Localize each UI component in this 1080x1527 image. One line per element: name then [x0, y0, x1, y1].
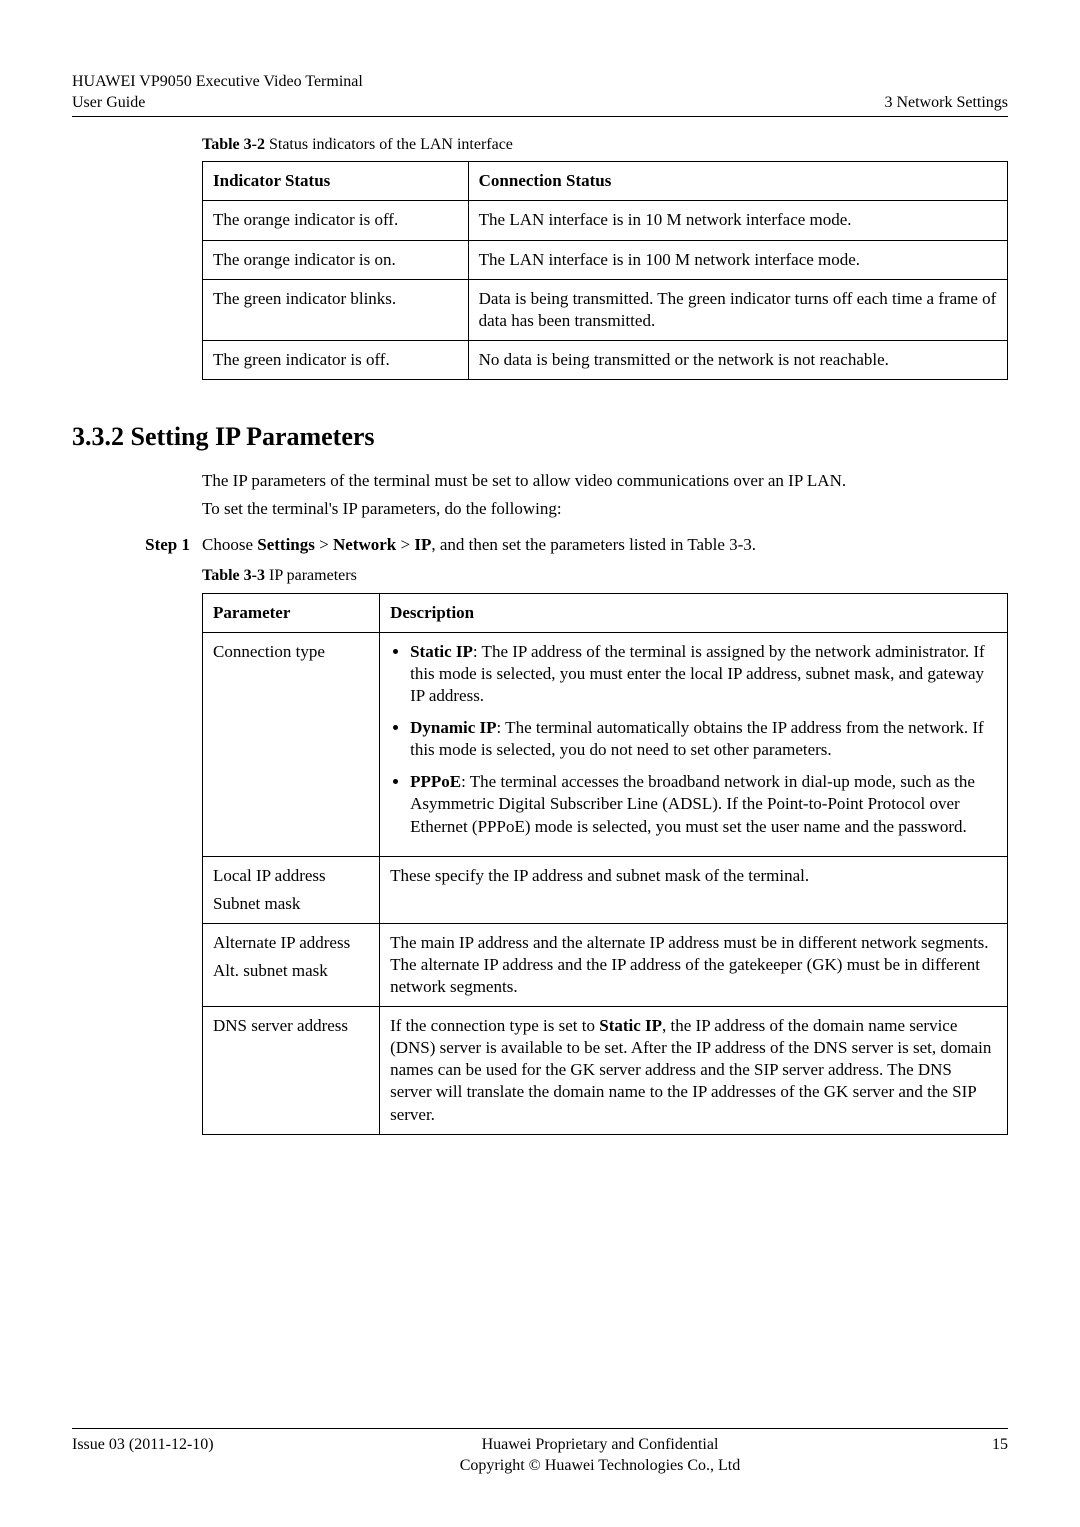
- connection-status-cell: The LAN interface is in 100 M network in…: [468, 240, 1007, 279]
- header-doc: User Guide: [72, 93, 363, 114]
- indicator-status-cell: The green indicator is off.: [203, 340, 469, 379]
- table-3-2: Indicator Status Connection Status The o…: [202, 161, 1008, 380]
- table-header-row: Parameter Description: [203, 593, 1008, 632]
- description-cell: The main IP address and the alternate IP…: [380, 923, 1008, 1006]
- description-cell: If the connection type is set to Static …: [380, 1007, 1008, 1134]
- header-product: HUAWEI VP9050 Executive Video Terminal: [72, 72, 363, 93]
- list-item: Dynamic IP: The terminal automatically o…: [410, 717, 997, 761]
- col-indicator-status: Indicator Status: [203, 162, 469, 201]
- indicator-status-cell: The orange indicator is off.: [203, 201, 469, 240]
- description-cell: These specify the IP address and subnet …: [380, 856, 1008, 923]
- footer-proprietary: Huawei Proprietary and Confidential: [232, 1435, 968, 1456]
- table-row: Alternate IP address Alt. subnet mask Th…: [203, 923, 1008, 1006]
- param-pppoe: PPPoE: [410, 772, 461, 791]
- nav-network: Network: [333, 535, 396, 554]
- page-footer: Issue 03 (2011-12-10) Huawei Proprietary…: [72, 1428, 1008, 1477]
- table-3-2-caption: Table 3-2 Status indicators of the LAN i…: [202, 135, 1008, 156]
- table-3-3: Parameter Description Connection type St…: [202, 593, 1008, 1135]
- table-3-2-title: Status indicators of the LAN interface: [265, 136, 513, 153]
- parameter-cell: Local IP address Subnet mask: [203, 856, 380, 923]
- step-text: Choose: [202, 535, 257, 554]
- table-row: The orange indicator is on. The LAN inte…: [203, 240, 1008, 279]
- table-3-3-caption: Table 3-3 IP parameters: [202, 566, 1008, 587]
- table-3-3-title: IP parameters: [265, 567, 357, 584]
- footer-copyright: Copyright © Huawei Technologies Co., Ltd: [232, 1456, 968, 1477]
- list-item: PPPoE: The terminal accesses the broadba…: [410, 771, 997, 837]
- section-paragraph: The IP parameters of the terminal must b…: [202, 470, 1008, 492]
- connection-status-cell: No data is being transmitted or the netw…: [468, 340, 1007, 379]
- nav-separator: >: [396, 535, 414, 554]
- nav-settings: Settings: [257, 535, 315, 554]
- section-paragraph: To set the terminal's IP parameters, do …: [202, 498, 1008, 520]
- param-text: : The terminal accesses the broadband ne…: [410, 772, 975, 835]
- step-1: Step 1 Choose Settings > Network > IP, a…: [72, 534, 1008, 556]
- header-chapter: 3 Network Settings: [884, 72, 1008, 114]
- parameter-cell: Alternate IP address Alt. subnet mask: [203, 923, 380, 1006]
- param-static-ip: Static IP: [410, 642, 473, 661]
- step-content: Choose Settings > Network > IP, and then…: [202, 534, 1008, 556]
- table-3-3-label: Table 3-3: [202, 567, 265, 584]
- param-text: : The IP address of the terminal is assi…: [410, 642, 985, 705]
- header-left: HUAWEI VP9050 Executive Video Terminal U…: [72, 72, 363, 114]
- table-header-row: Indicator Status Connection Status: [203, 162, 1008, 201]
- desc-text: If the connection type is set to: [390, 1016, 599, 1035]
- table-row: The green indicator blinks. Data is bein…: [203, 279, 1008, 340]
- page-header: HUAWEI VP9050 Executive Video Terminal U…: [72, 72, 1008, 117]
- parameter-cell: DNS server address: [203, 1007, 380, 1134]
- param-dynamic-ip: Dynamic IP: [410, 718, 496, 737]
- table-3-2-label: Table 3-2: [202, 136, 265, 153]
- table-row: DNS server address If the connection typ…: [203, 1007, 1008, 1134]
- param-name: Alternate IP address: [213, 932, 369, 954]
- table-row: Connection type Static IP: The IP addres…: [203, 632, 1008, 856]
- param-text: : The terminal automatically obtains the…: [410, 718, 984, 759]
- step-label: Step 1: [72, 534, 202, 556]
- param-name: Local IP address: [213, 865, 369, 887]
- header-chapter-text: 3 Network Settings: [884, 93, 1008, 114]
- col-description: Description: [380, 593, 1008, 632]
- footer-page-number: 15: [968, 1435, 1008, 1477]
- parameter-cell: Connection type: [203, 632, 380, 856]
- indicator-status-cell: The green indicator blinks.: [203, 279, 469, 340]
- nav-separator: >: [315, 535, 333, 554]
- nav-ip: IP: [414, 535, 431, 554]
- section-heading: 3.3.2 Setting IP Parameters: [72, 420, 1008, 454]
- param-name: Alt. subnet mask: [213, 960, 369, 982]
- connection-status-cell: Data is being transmitted. The green ind…: [468, 279, 1007, 340]
- col-connection-status: Connection Status: [468, 162, 1007, 201]
- indicator-status-cell: The orange indicator is on.: [203, 240, 469, 279]
- connection-status-cell: The LAN interface is in 10 M network int…: [468, 201, 1007, 240]
- desc-static-ip: Static IP: [599, 1016, 662, 1035]
- param-name: Subnet mask: [213, 893, 369, 915]
- footer-center: Huawei Proprietary and Confidential Copy…: [232, 1435, 968, 1477]
- footer-issue: Issue 03 (2011-12-10): [72, 1435, 232, 1477]
- table-row: The green indicator is off. No data is b…: [203, 340, 1008, 379]
- col-parameter: Parameter: [203, 593, 380, 632]
- table-row: The orange indicator is off. The LAN int…: [203, 201, 1008, 240]
- description-cell: Static IP: The IP address of the termina…: [380, 632, 1008, 856]
- description-list: Static IP: The IP address of the termina…: [390, 641, 997, 838]
- list-item: Static IP: The IP address of the termina…: [410, 641, 997, 707]
- table-row: Local IP address Subnet mask These speci…: [203, 856, 1008, 923]
- step-text: , and then set the parameters listed in …: [431, 535, 756, 554]
